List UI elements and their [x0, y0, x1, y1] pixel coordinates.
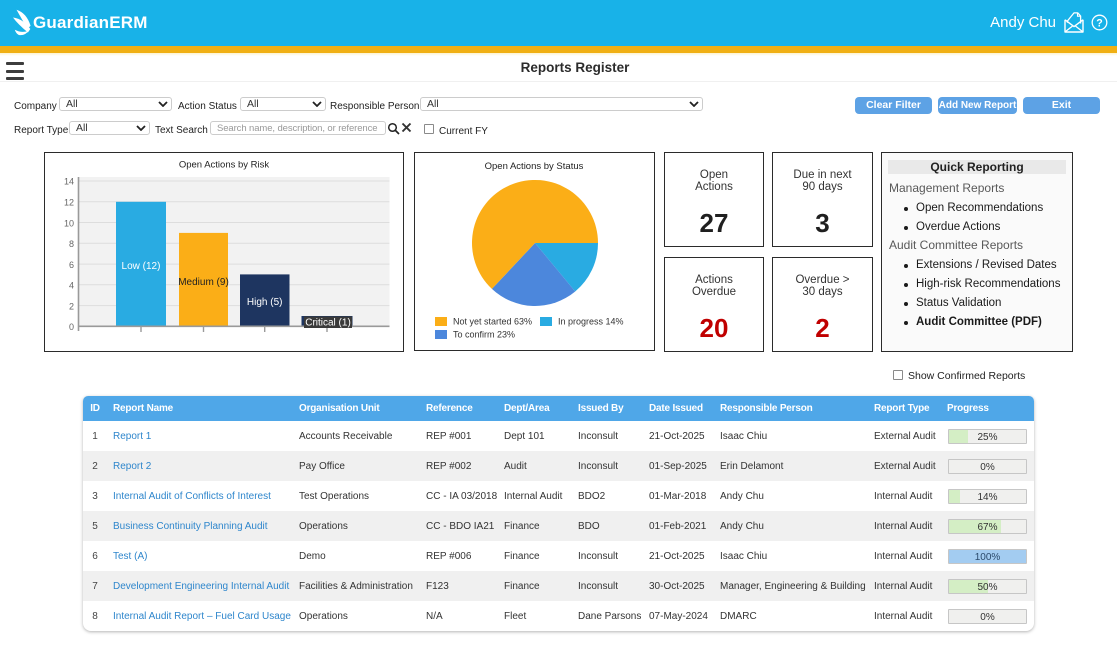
svg-text:To confirm 23%: To confirm 23%	[453, 330, 515, 340]
svg-text:0: 0	[69, 322, 74, 332]
svg-text:14: 14	[64, 177, 74, 187]
svg-text:Open Actions by Risk: Open Actions by Risk	[179, 160, 270, 171]
svg-text:Not yet started 63%: Not yet started 63%	[453, 317, 532, 327]
svg-text:4: 4	[69, 281, 74, 291]
svg-text:6: 6	[69, 260, 74, 270]
svg-text:High (5): High (5)	[247, 297, 283, 308]
svg-text:Low (12): Low (12)	[122, 261, 161, 272]
svg-text:Critical (1): Critical (1)	[305, 318, 351, 329]
svg-text:12: 12	[64, 198, 74, 208]
svg-text:Open Actions by Status: Open Actions by Status	[485, 161, 584, 172]
svg-text:Medium (9): Medium (9)	[178, 277, 229, 288]
svg-text:?: ?	[1096, 17, 1102, 29]
svg-text:8: 8	[69, 239, 74, 249]
svg-text:10: 10	[64, 218, 74, 228]
svg-text:In progress 14%: In progress 14%	[558, 317, 624, 327]
svg-text:2: 2	[69, 301, 74, 311]
